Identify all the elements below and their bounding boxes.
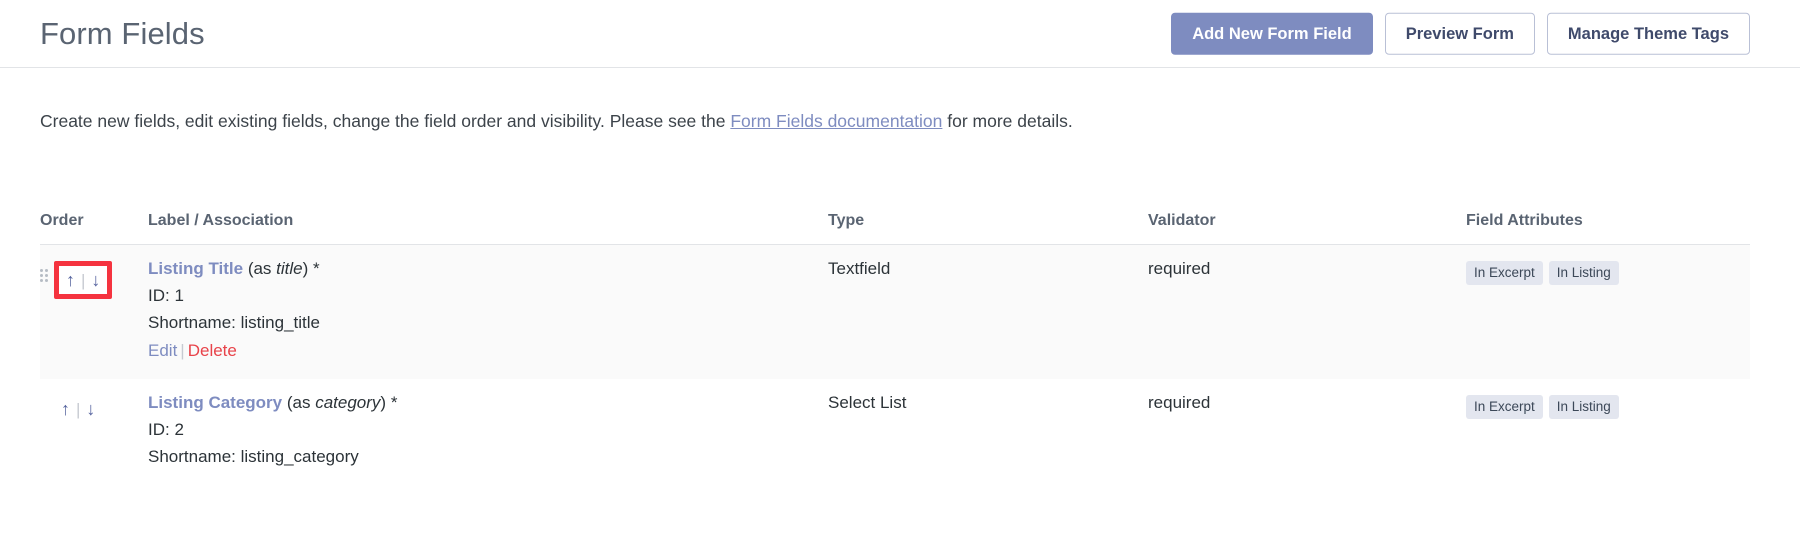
field-name-link[interactable]: Listing Title bbox=[148, 259, 243, 278]
header-actions: Add New Form Field Preview Form Manage T… bbox=[1171, 12, 1750, 55]
column-header-label: Label / Association bbox=[148, 196, 828, 245]
assoc-suffix: ) bbox=[303, 259, 309, 278]
field-title-line: Listing Title (as title) * bbox=[148, 259, 828, 279]
validator-cell: required bbox=[1148, 379, 1466, 485]
column-header-order: Order bbox=[40, 196, 148, 245]
type-cell: Select List bbox=[828, 379, 1148, 485]
status-badge: In Listing bbox=[1549, 395, 1619, 419]
move-down-icon[interactable]: ↓ bbox=[91, 271, 100, 289]
table-body: ↑ | ↓ Listing Title (as title) * ID: 1 S… bbox=[40, 245, 1750, 486]
validator-cell: required bbox=[1148, 245, 1466, 380]
order-cell: ↑ | ↓ bbox=[40, 245, 148, 380]
delete-link[interactable]: Delete bbox=[188, 341, 237, 360]
status-badge: In Excerpt bbox=[1466, 261, 1543, 285]
table-row: ↑ | ↓ Listing Title (as title) * ID: 1 S… bbox=[40, 245, 1750, 380]
page-title: Form Fields bbox=[40, 16, 205, 52]
description-text-after: for more details. bbox=[942, 111, 1072, 131]
form-fields-documentation-link[interactable]: Form Fields documentation bbox=[730, 111, 942, 131]
column-header-validator: Validator bbox=[1148, 196, 1466, 245]
order-cell: ↑ | ↓ bbox=[40, 379, 148, 485]
type-cell: Textfield bbox=[828, 245, 1148, 380]
label-cell: Listing Title (as title) * ID: 1 Shortna… bbox=[148, 245, 828, 380]
field-shortname: Shortname: listing_title bbox=[148, 313, 828, 333]
drag-handle-icon[interactable] bbox=[40, 269, 48, 282]
form-fields-table: Order Label / Association Type Validator… bbox=[40, 196, 1750, 485]
order-separator: | bbox=[76, 401, 80, 418]
page-description: Create new fields, edit existing fields,… bbox=[40, 108, 1073, 134]
move-down-icon[interactable]: ↓ bbox=[86, 400, 95, 418]
field-id: ID: 2 bbox=[148, 420, 828, 440]
status-badge: In Listing bbox=[1549, 261, 1619, 285]
table-row: ↑ | ↓ Listing Category (as category) * I… bbox=[40, 379, 1750, 485]
assoc-suffix: ) bbox=[380, 393, 386, 412]
assoc-value: title bbox=[276, 259, 302, 278]
action-separator: | bbox=[180, 341, 184, 360]
page-header: Form Fields Add New Form Field Preview F… bbox=[0, 0, 1800, 68]
description-text-before: Create new fields, edit existing fields,… bbox=[40, 111, 730, 131]
manage-theme-tags-button[interactable]: Manage Theme Tags bbox=[1547, 12, 1750, 55]
field-association: (as title) bbox=[243, 259, 308, 278]
field-name-link[interactable]: Listing Category bbox=[148, 393, 282, 412]
field-title-line: Listing Category (as category) * bbox=[148, 393, 828, 413]
attribute-badges: In Excerpt In Listing bbox=[1466, 393, 1750, 419]
column-header-type: Type bbox=[828, 196, 1148, 245]
assoc-value: category bbox=[315, 393, 380, 412]
row-actions: Edit|Delete bbox=[148, 341, 828, 361]
table-header-row: Order Label / Association Type Validator… bbox=[40, 196, 1750, 245]
attribute-badges: In Excerpt In Listing bbox=[1466, 259, 1750, 285]
field-association: (as category) bbox=[282, 393, 386, 412]
attributes-cell: In Excerpt In Listing bbox=[1466, 379, 1750, 485]
move-up-icon[interactable]: ↑ bbox=[61, 400, 70, 418]
move-up-icon[interactable]: ↑ bbox=[66, 271, 75, 289]
order-arrows-highlighted: ↑ | ↓ bbox=[54, 261, 112, 299]
field-shortname: Shortname: listing_category bbox=[148, 447, 828, 467]
edit-link[interactable]: Edit bbox=[148, 341, 177, 360]
assoc-prefix: (as bbox=[287, 393, 315, 412]
column-header-attributes: Field Attributes bbox=[1466, 196, 1750, 245]
order-arrows: ↑ | ↓ bbox=[54, 395, 102, 423]
assoc-prefix: (as bbox=[248, 259, 276, 278]
add-new-form-field-button[interactable]: Add New Form Field bbox=[1171, 12, 1373, 55]
required-marker: * bbox=[313, 259, 320, 278]
table-header: Order Label / Association Type Validator… bbox=[40, 196, 1750, 245]
attributes-cell: In Excerpt In Listing bbox=[1466, 245, 1750, 380]
preview-form-button[interactable]: Preview Form bbox=[1385, 12, 1535, 55]
label-cell: Listing Category (as category) * ID: 2 S… bbox=[148, 379, 828, 485]
required-marker: * bbox=[391, 393, 398, 412]
order-separator: | bbox=[81, 272, 85, 289]
status-badge: In Excerpt bbox=[1466, 395, 1543, 419]
field-id: ID: 1 bbox=[148, 286, 828, 306]
